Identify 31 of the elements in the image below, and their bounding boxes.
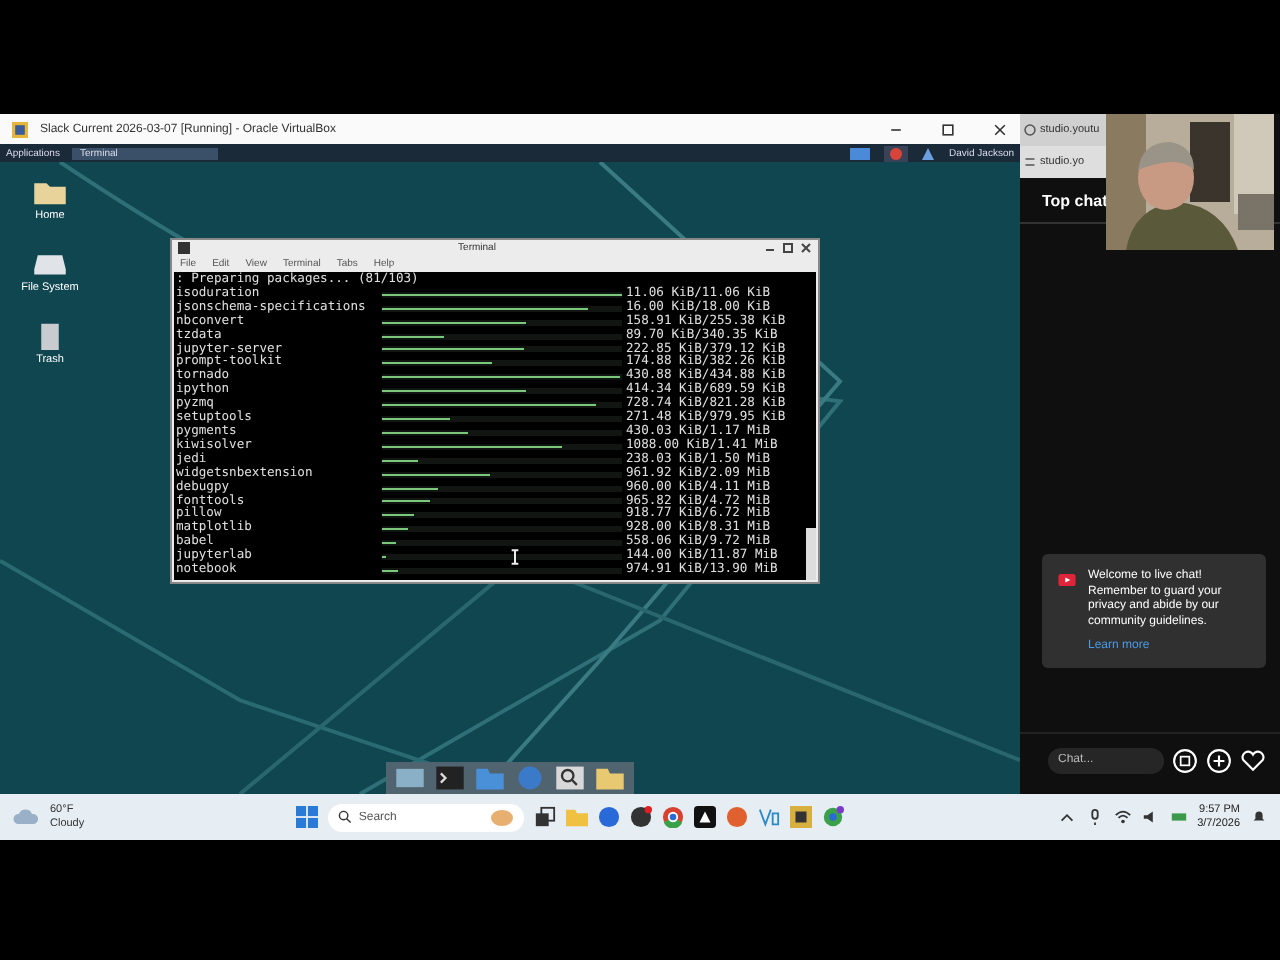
- close-icon[interactable]: [800, 242, 812, 254]
- globe-icon: [1024, 124, 1036, 136]
- close-icon[interactable]: [992, 121, 1008, 137]
- chevron-up-icon[interactable]: [1057, 808, 1076, 826]
- folder-icon[interactable]: [32, 178, 68, 206]
- search-icon[interactable]: [554, 764, 586, 792]
- maximize-icon[interactable]: [940, 121, 956, 137]
- search-icon: [338, 810, 353, 824]
- monitor-icon[interactable]: [848, 145, 873, 161]
- task-view-icon[interactable]: [534, 806, 557, 828]
- terminal-icon[interactable]: [434, 764, 466, 792]
- maximize-icon[interactable]: [782, 242, 794, 254]
- app-icon[interactable]: [790, 806, 813, 828]
- heart-icon[interactable]: [1240, 747, 1266, 773]
- chrome-icon[interactable]: [662, 806, 685, 828]
- app-icon[interactable]: [630, 806, 653, 828]
- battery-icon[interactable]: [1169, 808, 1188, 826]
- app-icon[interactable]: [694, 806, 717, 828]
- wifi-icon[interactable]: [1113, 808, 1132, 826]
- chat-heading[interactable]: Top chat: [1042, 191, 1108, 209]
- plus-icon[interactable]: [1206, 747, 1232, 773]
- scrollbar[interactable]: [806, 528, 816, 580]
- text-cursor-icon: [510, 548, 520, 566]
- start-icon[interactable]: [296, 806, 319, 828]
- chrome-icon[interactable]: [822, 806, 845, 828]
- app-icon: [12, 121, 28, 137]
- drive-icon[interactable]: [31, 250, 68, 278]
- microphone-icon[interactable]: [1085, 808, 1104, 826]
- bell-icon[interactable]: [1250, 808, 1269, 826]
- play-icon: [1058, 574, 1076, 586]
- terminal-icon: [178, 242, 190, 254]
